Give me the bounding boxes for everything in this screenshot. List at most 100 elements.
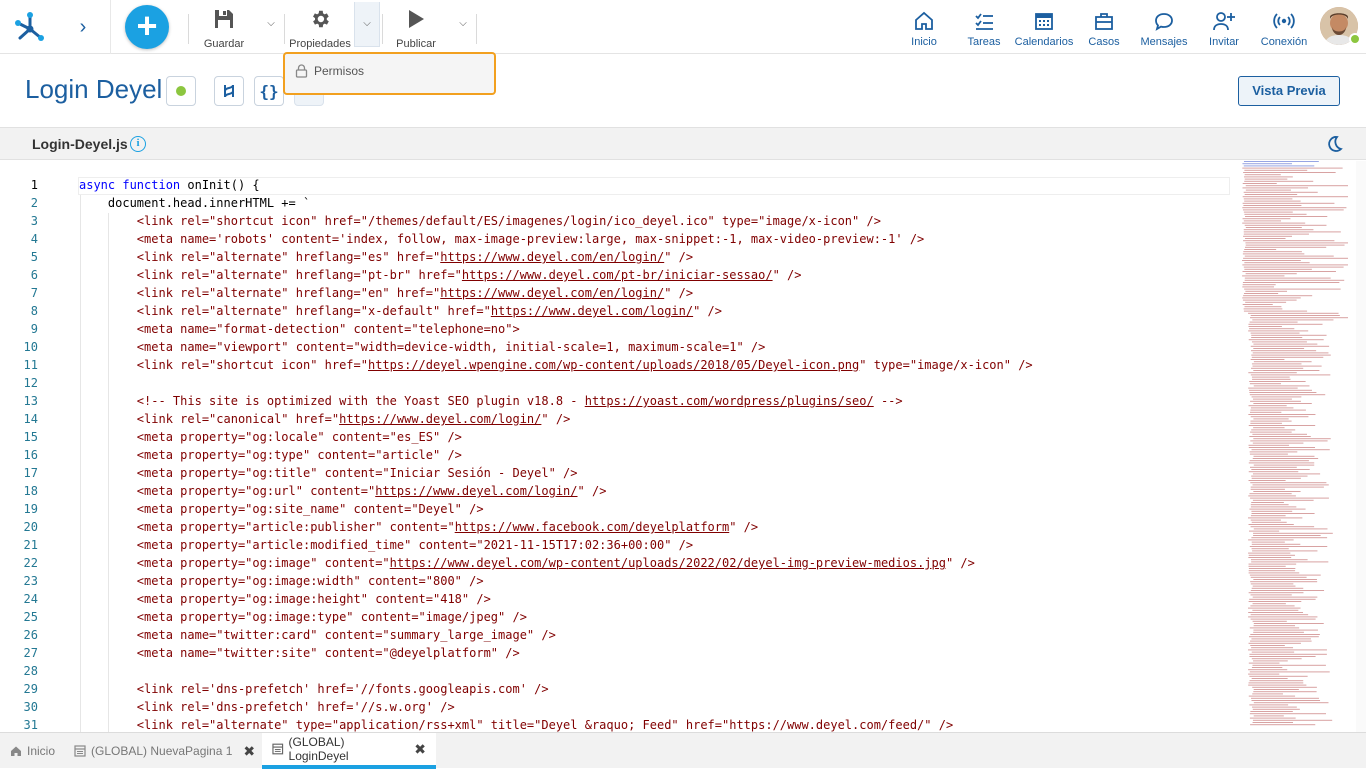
nav-casos[interactable]: Casos (1086, 8, 1122, 48)
code-token: <meta property="article:modified_time" c… (79, 538, 694, 552)
close-icon[interactable]: ✖ (414, 741, 426, 758)
line-number: 10 (23, 340, 38, 354)
tab-nuevapagina[interactable]: (GLOBAL) NuevaPagina 1 ✖ (64, 733, 265, 769)
code-token: <meta property="article:publisher" conte… (79, 520, 455, 534)
code-editor[interactable]: 1 async function onInit() { 2 document.hea… (0, 161, 1366, 732)
code-line: 29 <link rel='dns-prefetch' href='//font… (0, 680, 1236, 698)
code-url-token: https://www.deyel.com/en/login/ (440, 286, 665, 300)
code-url-token: https://yoast.com/wordpress/plugins/seo/ (584, 394, 874, 408)
tab-nuevapagina-label: (GLOBAL) NuevaPagina 1 (91, 744, 233, 758)
preview-button[interactable]: Vista Previa (1238, 76, 1340, 106)
online-status-dot (1349, 33, 1361, 45)
line-source: <meta name="twitter:site" content="@deye… (79, 644, 520, 662)
code-token: " /> (541, 412, 571, 426)
home-icon (11, 746, 21, 756)
code-line: 11 <link rel="shortcut icon" href="https… (0, 356, 1236, 374)
expand-menu-chevron-icon[interactable]: › (72, 14, 94, 40)
code-token: <meta property="og:url" content=" (79, 484, 376, 498)
line-source: <link rel="shortcut icon" href="https://… (79, 356, 1033, 374)
publish-chevron-down-icon[interactable]: ⌵ (456, 16, 470, 32)
nav-invitar[interactable]: Invitar (1204, 8, 1244, 48)
line-source: <link rel="canonical" href="https://www.… (79, 410, 571, 428)
status-button[interactable] (166, 76, 196, 106)
line-number: 15 (23, 430, 38, 444)
open-tabs-bar: Inicio (GLOBAL) NuevaPagina 1 ✖ (GLOBAL)… (0, 732, 1366, 769)
page-icon (74, 745, 86, 757)
line-source: <link rel="alternate" hreflang="x-defaul… (79, 302, 722, 320)
flow-button[interactable] (214, 76, 244, 106)
properties-chevron-down-icon[interactable]: ⌵ (360, 16, 374, 32)
line-number: 26 (23, 628, 38, 642)
code-line: 10 <meta name="viewport" content="width=… (0, 338, 1236, 356)
close-icon[interactable]: ✖ (243, 743, 255, 760)
line-number: 20 (23, 520, 38, 534)
code-token: <meta name="format-detection" content="t… (79, 322, 520, 336)
code-line: 7 <link rel="alternate" hreflang="en" hr… (0, 284, 1236, 302)
code-line: 4 <meta name='robots' content='index, fo… (0, 230, 1236, 248)
code-token: " /> (729, 520, 759, 534)
code-token: <meta name='robots' content='index, foll… (79, 232, 925, 246)
permissions-menu-item[interactable]: Permisos (295, 64, 364, 78)
line-source: <link rel="shortcut icon" href="/themes/… (79, 212, 881, 230)
line-source: document.head.innerHTML += ` (79, 194, 310, 212)
divider (476, 14, 477, 44)
code-token: <meta property="og:image" content=" (79, 556, 390, 570)
properties-button[interactable]: Propiedades (287, 6, 353, 50)
code-line: 30 <link rel='dns-prefetch' href='//s.w.… (0, 698, 1236, 716)
line-source: <meta name='robots' content='index, foll… (79, 230, 924, 248)
nav-conexion[interactable]: Conexión (1258, 8, 1310, 48)
dark-mode-moon-icon[interactable] (1324, 134, 1344, 154)
tab-logindeyel[interactable]: (GLOBAL) LoginDeyel ✖ (262, 733, 436, 769)
lock-icon (295, 64, 308, 78)
save-button[interactable]: Guardar (200, 6, 248, 50)
code-line: 21 <meta property="article:modified_time… (0, 536, 1236, 554)
code-button[interactable]: {} (254, 76, 284, 106)
publish-button[interactable]: Publicar (392, 6, 440, 50)
line-number: 2 (30, 196, 38, 210)
code-line: 9 <meta name="format-detection" content=… (0, 320, 1236, 338)
info-icon[interactable]: i (130, 136, 146, 152)
code-token: <meta name="twitter:site" content="@deye… (79, 646, 520, 660)
divider (382, 14, 383, 44)
line-number: 5 (30, 250, 38, 264)
line-number: 17 (23, 466, 38, 480)
code-token: <!-- This site is optimized with the Yoa… (79, 394, 585, 408)
line-number: 28 (23, 664, 38, 678)
line-number: 27 (23, 646, 38, 660)
line-source: <meta property="og:type" content="articl… (79, 446, 462, 464)
nav-tareas[interactable]: Tareas (964, 8, 1004, 48)
line-source: <meta property="og:locale" content="es_E… (79, 428, 462, 446)
nav-inicio[interactable]: Inicio (904, 8, 944, 48)
nav-mensajes[interactable]: Mensajes (1138, 8, 1190, 48)
braces-icon: {} (259, 81, 279, 101)
line-number: 1 (30, 178, 38, 192)
vertical-scrollbar[interactable] (1356, 161, 1366, 732)
page-icon (272, 743, 284, 755)
line-source: async function onInit() { (79, 176, 260, 194)
code-token: <link rel="alternate" hreflang="x-defaul… (79, 304, 491, 318)
line-number: 3 (30, 214, 38, 228)
code-minimap[interactable] (1236, 161, 1356, 732)
deyel-logo-icon[interactable] (14, 11, 46, 43)
code-line: 12 (0, 374, 1236, 392)
line-number: 23 (23, 574, 38, 588)
line-number: 29 (23, 682, 38, 696)
code-line: 14 <link rel="canonical" href="https://w… (0, 410, 1236, 428)
line-number: 14 (23, 412, 38, 426)
save-options-chevron-down-icon[interactable]: ⌵ (264, 16, 278, 32)
code-line: 22 <meta property="og:image" content="ht… (0, 554, 1236, 572)
code-token: <link rel='dns-prefetch' href='//fonts.g… (79, 682, 549, 696)
invite-user-icon (1204, 10, 1244, 32)
page-title: Login Deyel (25, 74, 163, 104)
tab-inicio[interactable]: Inicio (0, 733, 65, 769)
code-token: <link rel="alternate" hreflang="es" href… (79, 250, 441, 264)
line-number: 8 (30, 304, 38, 318)
divider (110, 0, 111, 54)
add-button[interactable]: + (125, 5, 169, 49)
briefcase-icon (1086, 10, 1122, 32)
line-source: <meta name="format-detection" content="t… (79, 320, 520, 338)
code-line: 27 <meta name="twitter:site" content="@d… (0, 644, 1236, 662)
code-token: <meta property="og:locale" content="es_E… (79, 430, 462, 444)
code-token: <link rel="shortcut icon" href=" (79, 358, 368, 372)
nav-calendarios[interactable]: Calendarios (1014, 8, 1074, 48)
